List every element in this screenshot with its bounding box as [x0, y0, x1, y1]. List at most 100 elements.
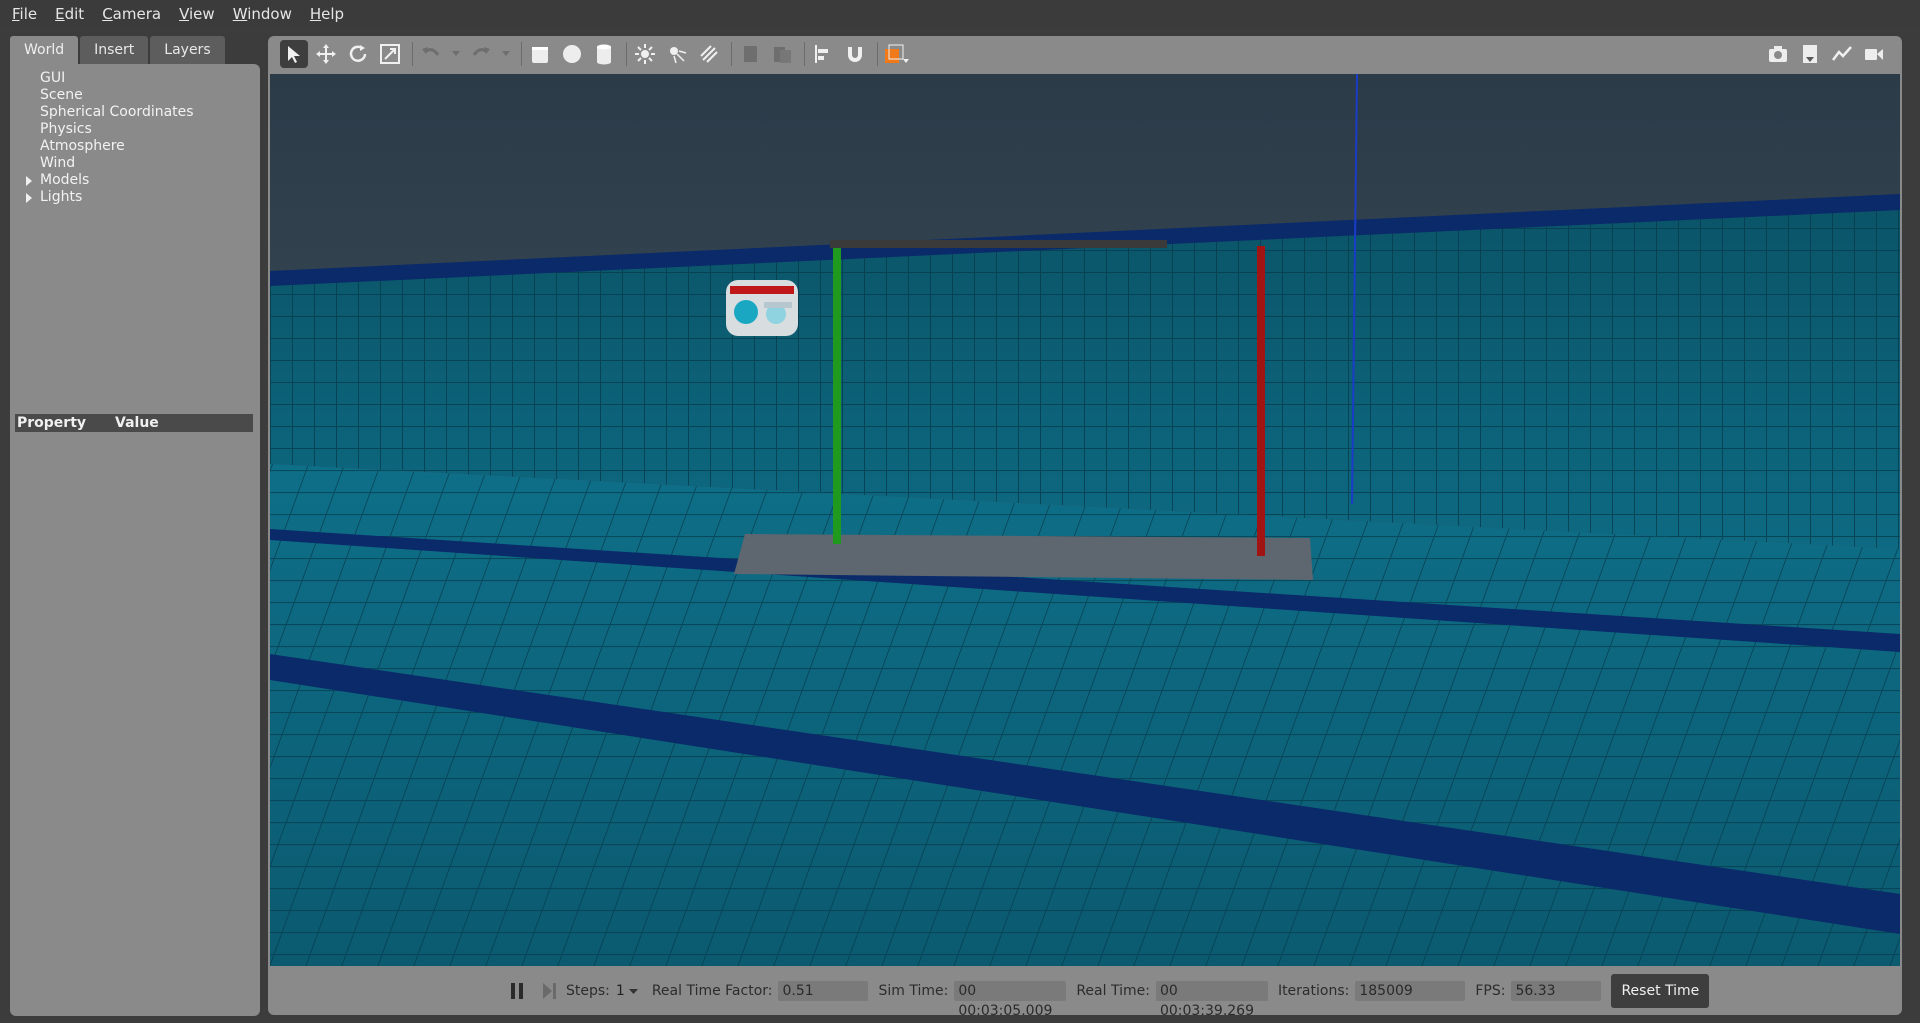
status-bar: Steps: 1 Real Time Factor: 0.51 Sim Time… — [268, 966, 1902, 1019]
menu-file[interactable]: File — [12, 5, 37, 23]
tree-label: Wind — [40, 155, 76, 171]
rotate-mode-icon[interactable] — [344, 40, 372, 68]
menu-window-label: Window — [233, 5, 292, 23]
tree-label: Spherical Coordinates — [40, 104, 194, 120]
property-table-header: Property Value — [15, 414, 253, 432]
tree-label: Scene — [40, 87, 83, 103]
tree-item-gui[interactable]: GUI — [18, 70, 248, 87]
tree-item-lights[interactable]: Lights — [18, 189, 248, 206]
toolbar-separator — [412, 42, 413, 66]
fps-label: FPS: — [1475, 982, 1506, 999]
view-angle-icon[interactable] — [882, 40, 910, 68]
log-icon[interactable] — [1796, 40, 1824, 68]
directional-light-icon[interactable] — [695, 40, 723, 68]
toolbar — [268, 36, 1902, 72]
undo-dropdown-icon[interactable] — [449, 40, 463, 68]
toolbar-separator — [521, 42, 522, 66]
panel-tabs: World Insert Layers — [10, 36, 260, 64]
iterations-field: 185009 — [1355, 980, 1466, 1001]
tree-item-wind[interactable]: Wind — [18, 155, 248, 172]
world-panel: GUI Scene Spherical Coordinates Physics … — [10, 64, 260, 1016]
tab-world[interactable]: World — [10, 36, 79, 64]
pause-icon[interactable] — [504, 978, 530, 1004]
rtf-field: 0.51 — [778, 980, 869, 1001]
menu-accelerator: C — [102, 5, 113, 23]
redo-icon[interactable] — [467, 40, 495, 68]
menu-label-rest: dit — [64, 5, 85, 23]
3d-viewport[interactable] — [270, 74, 1900, 966]
menu-label-rest: elp — [321, 5, 345, 23]
undo-icon[interactable] — [417, 40, 445, 68]
menu-accelerator: W — [232, 5, 248, 23]
property-column-header: Property — [17, 415, 87, 431]
expand-arrow-icon[interactable] — [26, 193, 32, 203]
gate-top-bar — [830, 240, 1167, 248]
left-panel: World Insert Layers GUI Scene Spherical … — [10, 36, 260, 1016]
menu-accelerator: V — [179, 5, 190, 23]
iterations-label: Iterations: — [1277, 982, 1350, 999]
menu-accelerator: H — [309, 5, 322, 23]
world-tree: GUI Scene Spherical Coordinates Physics … — [18, 70, 248, 206]
menu-view[interactable]: View — [179, 5, 215, 23]
screenshot-camera-icon[interactable] — [1764, 40, 1792, 68]
viewport-frame: Steps: 1 Real Time Factor: 0.51 Sim Time… — [268, 36, 1902, 1019]
menu-help[interactable]: Help — [310, 5, 344, 23]
menu-edit-label: Edit — [55, 5, 84, 23]
toolbar-separator — [626, 42, 627, 66]
tree-item-physics[interactable]: Physics — [18, 121, 248, 138]
gate-base — [734, 534, 1313, 580]
toolbar-separator — [804, 42, 805, 66]
scale-mode-icon[interactable] — [376, 40, 404, 68]
value-column-header: Value — [115, 415, 159, 431]
tree-item-models[interactable]: Models — [18, 172, 248, 189]
scene-render — [270, 74, 1900, 966]
redo-dropdown-icon[interactable] — [499, 40, 513, 68]
copy-icon[interactable] — [736, 40, 764, 68]
translate-mode-icon[interactable] — [312, 40, 340, 68]
menu-camera[interactable]: Camera — [102, 5, 161, 23]
menu-file-label: File — [12, 5, 37, 23]
sim-time-field: 00 00:03:05.009 — [954, 980, 1067, 1019]
select-mode-icon[interactable] — [280, 40, 308, 68]
point-light-icon[interactable] — [631, 40, 659, 68]
real-time-field: 00 00:03:39.269 — [1155, 980, 1268, 1019]
menu-label-rest: ile — [19, 5, 38, 23]
expand-arrow-icon[interactable] — [26, 176, 32, 186]
steps-value[interactable]: 1 — [616, 983, 625, 999]
tab-layers[interactable]: Layers — [150, 36, 225, 64]
menu-bar: File Edit Camera View Window Help — [0, 0, 1920, 28]
menu-camera-label: Camera — [102, 5, 161, 23]
step-icon[interactable] — [536, 978, 562, 1004]
menu-accelerator: F — [12, 5, 20, 23]
box-shape-icon[interactable] — [526, 40, 554, 68]
tree-item-scene[interactable]: Scene — [18, 87, 248, 104]
cylinder-shape-icon[interactable] — [590, 40, 618, 68]
tree-item-atmosphere[interactable]: Atmosphere — [18, 138, 248, 155]
paste-icon[interactable] — [768, 40, 796, 68]
spot-light-icon[interactable] — [663, 40, 691, 68]
sim-time-label: Sim Time: — [878, 982, 949, 999]
underwater-robot[interactable] — [726, 280, 798, 336]
gate-right-post — [1257, 246, 1265, 556]
tree-label: Atmosphere — [40, 138, 125, 154]
reset-time-button[interactable]: Reset Time — [1611, 973, 1710, 1008]
tab-insert[interactable]: Insert — [80, 36, 149, 64]
menu-label-rest: amera — [112, 5, 162, 23]
chevron-down-icon[interactable] — [628, 983, 638, 999]
tree-label: Lights — [40, 189, 83, 205]
steps-label: Steps: — [566, 982, 610, 999]
menu-view-label: View — [179, 5, 215, 23]
video-record-icon[interactable] — [1860, 40, 1888, 68]
gate-left-post — [833, 246, 841, 544]
toolbar-right — [1764, 40, 1892, 68]
tree-item-spherical-coordinates[interactable]: Spherical Coordinates — [18, 104, 248, 121]
fps-field: 56.33 — [1511, 980, 1602, 1001]
plot-icon[interactable] — [1828, 40, 1856, 68]
tree-label: Physics — [40, 121, 92, 137]
menu-label-rest: indow — [247, 5, 292, 23]
align-icon[interactable] — [809, 40, 837, 68]
menu-edit[interactable]: Edit — [55, 5, 84, 23]
sphere-shape-icon[interactable] — [558, 40, 586, 68]
snap-magnet-icon[interactable] — [841, 40, 869, 68]
menu-window[interactable]: Window — [233, 5, 292, 23]
